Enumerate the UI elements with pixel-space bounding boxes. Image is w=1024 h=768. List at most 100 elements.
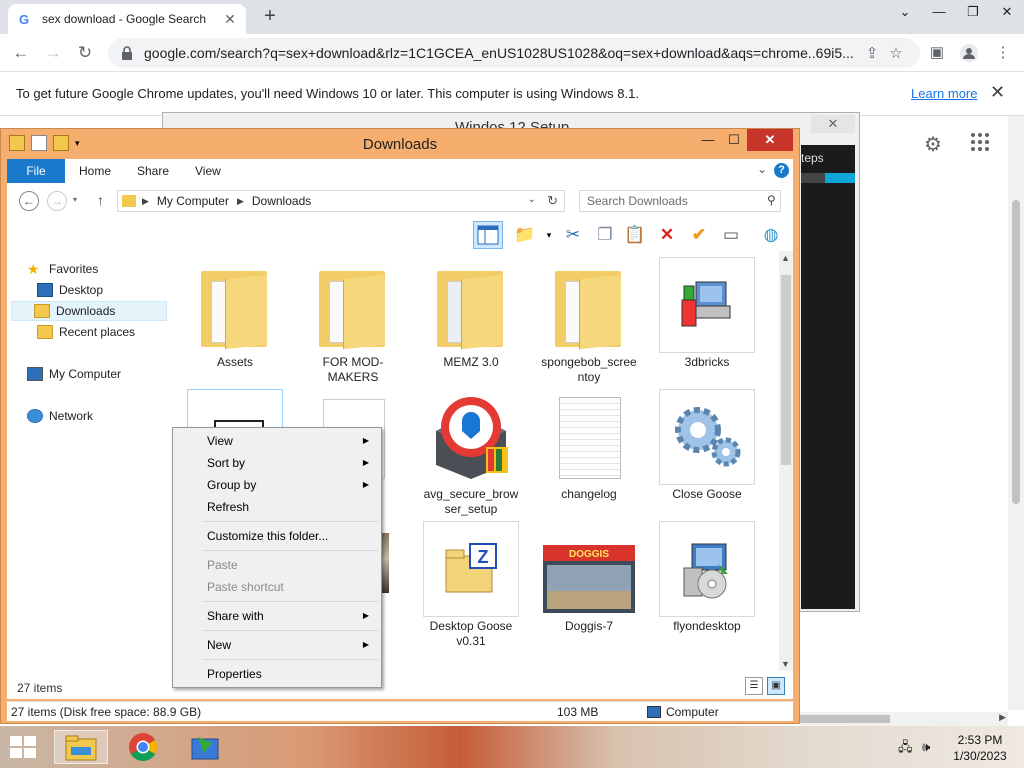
help-icon[interactable]: ? bbox=[774, 163, 789, 178]
tab-share[interactable]: Share bbox=[137, 164, 169, 178]
tab-close-icon[interactable]: ✕ bbox=[222, 11, 238, 27]
breadcrumb-my-computer[interactable]: My Computer bbox=[157, 194, 229, 208]
page-scrollbar[interactable] bbox=[1008, 116, 1024, 710]
explorer-forward-icon[interactable]: → bbox=[47, 191, 67, 211]
nav-my-computer[interactable]: My Computer bbox=[27, 364, 121, 384]
tab-search-icon[interactable]: ⌄ bbox=[888, 0, 922, 24]
address-dropdown-icon[interactable]: ⌄ bbox=[528, 194, 536, 205]
file-item[interactable]: flyondesktop bbox=[657, 521, 757, 634]
dropdown-arrow-icon[interactable]: ▾ bbox=[537, 224, 561, 246]
shell-icon[interactable]: ◍ bbox=[759, 224, 783, 246]
file-item[interactable]: MEMZ 3.0 bbox=[421, 257, 521, 370]
tab-file[interactable]: File bbox=[7, 159, 65, 183]
tab-view[interactable]: View bbox=[195, 164, 221, 178]
file-item[interactable]: DOGGIS Doggis-7 bbox=[539, 521, 639, 634]
file-item[interactable]: Close Goose bbox=[657, 389, 757, 502]
rename-icon[interactable]: ▭ bbox=[719, 224, 743, 246]
start-button[interactable] bbox=[10, 736, 38, 760]
explorer-titlebar[interactable]: ▾ Downloads — ☐ ✕ bbox=[1, 129, 799, 159]
forward-arrow-icon[interactable]: → bbox=[40, 40, 66, 66]
folder-options-icon[interactable]: 📁 bbox=[513, 224, 537, 246]
volume-icon[interactable]: 🕪 bbox=[922, 739, 930, 754]
restore-button[interactable]: ❐ bbox=[956, 0, 990, 24]
nav-downloads[interactable]: Downloads bbox=[11, 301, 167, 321]
refresh-icon[interactable]: ↻ bbox=[547, 193, 558, 209]
browser-tab[interactable]: G sex download - Google Search ✕ bbox=[8, 4, 246, 34]
file-item[interactable]: Z Desktop Goose v0.31 bbox=[421, 521, 521, 649]
menu-item-refresh[interactable]: Refresh bbox=[175, 496, 379, 518]
setup-close-button[interactable]: ✕ bbox=[811, 115, 855, 133]
file-item[interactable]: avg_secure_brow ser_setup bbox=[421, 389, 521, 517]
search-downloads-input[interactable]: Search Downloads bbox=[579, 190, 781, 212]
explorer-minimize-button[interactable]: — bbox=[695, 129, 721, 151]
tab-home[interactable]: Home bbox=[79, 164, 111, 178]
menu-item-customize-folder[interactable]: Customize this folder... bbox=[175, 525, 379, 547]
recent-locations-icon[interactable]: ▾ bbox=[73, 195, 77, 204]
learn-more-link[interactable]: Learn more bbox=[911, 86, 977, 101]
profile-avatar-icon[interactable] bbox=[956, 40, 982, 66]
checkmark-icon[interactable]: ✔ bbox=[687, 224, 711, 246]
taskbar-chrome[interactable] bbox=[116, 730, 170, 764]
address-bar[interactable]: google.com/search?q=sex+download&rlz=1C1… bbox=[108, 38, 920, 68]
details-view-icon[interactable]: ☰ bbox=[745, 677, 763, 695]
file-view-scrollbar[interactable]: ▲ ▼ bbox=[779, 251, 793, 671]
file-item[interactable]: changelog bbox=[539, 389, 639, 502]
system-tray: 🖧 🕪 bbox=[898, 738, 930, 760]
menu-item-new[interactable]: New ▶ bbox=[175, 634, 379, 656]
file-view-scroll-thumb[interactable] bbox=[781, 275, 791, 465]
back-arrow-icon[interactable]: ← bbox=[8, 40, 34, 66]
breadcrumb-downloads[interactable]: Downloads bbox=[252, 194, 311, 208]
google-apps-icon[interactable] bbox=[970, 130, 990, 158]
settings-gear-icon[interactable]: ⚙ bbox=[924, 132, 942, 157]
file-label: avg_secure_brow ser_setup bbox=[423, 487, 519, 516]
delete-icon[interactable]: ✕ bbox=[655, 224, 679, 246]
menu-item-paste-shortcut[interactable]: Paste shortcut bbox=[175, 576, 379, 598]
scrollbar-thumb[interactable] bbox=[1012, 200, 1020, 504]
nav-desktop[interactable]: Desktop bbox=[37, 280, 103, 300]
cut-icon[interactable]: ✂ bbox=[561, 224, 585, 246]
menu-item-paste[interactable]: Paste bbox=[175, 554, 379, 576]
taskbar-setup-app[interactable] bbox=[178, 730, 232, 764]
chrome-menu-icon[interactable]: ⋮ bbox=[990, 40, 1016, 66]
large-icons-view-icon[interactable]: ▣ bbox=[767, 677, 785, 695]
horizontal-scrollbar[interactable]: ▶ bbox=[800, 712, 1008, 726]
up-folder-icon[interactable]: ↑ bbox=[97, 192, 104, 208]
copy-icon[interactable]: ❐ bbox=[593, 224, 617, 246]
explorer-address-bar[interactable]: ▶ My Computer ▶ Downloads ⌄ ↻ bbox=[117, 190, 565, 212]
nav-recent-places[interactable]: Recent places bbox=[37, 322, 135, 342]
file-explorer-icon bbox=[65, 735, 97, 761]
reload-icon[interactable]: ↻ bbox=[72, 40, 98, 66]
taskbar-file-explorer[interactable] bbox=[54, 730, 108, 764]
menu-item-sort-by[interactable]: Sort by ▶ bbox=[175, 452, 379, 474]
expand-ribbon-icon[interactable]: ⌄ bbox=[757, 162, 767, 176]
infobar-close-icon[interactable]: ✕ bbox=[990, 82, 1005, 103]
menu-item-group-by[interactable]: Group by ▶ bbox=[175, 474, 379, 496]
nav-network[interactable]: Network bbox=[27, 406, 93, 426]
file-item[interactable]: 3dbricks bbox=[657, 257, 757, 370]
file-item[interactable]: spongebob_scree ntoy bbox=[539, 257, 639, 385]
menu-item-share-with[interactable]: Share with ▶ bbox=[175, 605, 379, 627]
network-tray-icon[interactable]: 🖧 bbox=[898, 739, 913, 754]
new-tab-button[interactable]: + bbox=[258, 5, 282, 29]
menu-item-properties[interactable]: Properties bbox=[175, 663, 379, 685]
file-item[interactable]: FOR MOD-MAKERS bbox=[303, 257, 403, 385]
file-item[interactable]: Assets bbox=[185, 257, 285, 370]
scroll-right-arrow-icon[interactable]: ▶ bbox=[999, 712, 1006, 723]
paste-icon[interactable]: 📋 bbox=[623, 224, 647, 246]
scroll-up-arrow-icon[interactable]: ▲ bbox=[781, 253, 790, 263]
hscroll-thumb[interactable] bbox=[800, 715, 890, 723]
explorer-maximize-button[interactable]: ☐ bbox=[721, 129, 747, 151]
preview-pane-icon[interactable] bbox=[473, 221, 503, 249]
nav-favorites[interactable]: ★ Favorites bbox=[27, 259, 98, 279]
close-window-button[interactable]: ✕ bbox=[990, 0, 1024, 24]
share-icon[interactable]: ⇪ bbox=[860, 44, 884, 62]
minimize-button[interactable]: — bbox=[922, 0, 956, 24]
bookmark-star-icon[interactable]: ☆ bbox=[884, 44, 908, 62]
scroll-down-arrow-icon[interactable]: ▼ bbox=[781, 659, 790, 669]
side-panel-icon[interactable]: ▣ bbox=[924, 40, 950, 66]
explorer-close-button[interactable]: ✕ bbox=[747, 129, 793, 151]
menu-item-view[interactable]: View ▶ bbox=[175, 430, 379, 452]
explorer-back-icon[interactable]: ← bbox=[19, 191, 39, 211]
svg-text:Z: Z bbox=[478, 547, 489, 567]
taskbar-clock[interactable]: 2:53 PM 1/30/2023 bbox=[944, 732, 1016, 764]
